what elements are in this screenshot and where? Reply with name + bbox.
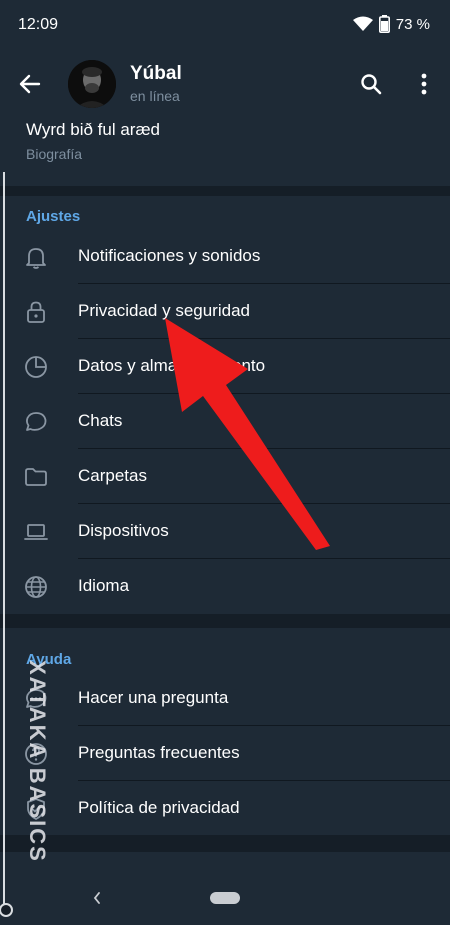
laptop-icon — [22, 518, 50, 546]
watermark-logo: XATAKA BASICS — [22, 660, 52, 890]
arrow-left-icon — [19, 74, 41, 94]
settings-item-notifications[interactable]: Notificaciones y sonidos — [0, 229, 450, 284]
battery-icon — [378, 15, 390, 33]
more-options-button[interactable] — [412, 70, 436, 98]
bio-section[interactable]: Wyrd bið ful aræd Biografía — [0, 116, 450, 186]
help-item-privacy-policy[interactable]: Política de privacidad — [0, 781, 450, 836]
chat-bubble-icon — [22, 408, 50, 436]
bell-icon — [22, 243, 50, 271]
settings-section: Ajustes Notificaciones y sonidos Privaci… — [0, 196, 450, 614]
watermark-text: XATAKA BASICS — [25, 660, 50, 863]
settings-item-data-storage[interactable]: Datos y almacenamiento — [0, 339, 450, 394]
status-icons: 73 % — [352, 15, 430, 33]
settings-item-label: Datos y almacenamiento — [78, 356, 266, 375]
nav-home-pill[interactable] — [210, 892, 240, 904]
profile-header: Yúbal en línea — [0, 52, 450, 116]
help-section: Ayuda Hacer una pregunta Preguntas frecu… — [0, 628, 450, 835]
settings-item-label: Dispositivos — [78, 521, 169, 540]
help-item-faq[interactable]: Preguntas frecuentes — [0, 726, 450, 781]
profile-status: en línea — [130, 88, 180, 104]
help-item-label: Hacer una pregunta — [78, 688, 229, 707]
bio-text: Wyrd bið ful aræd — [26, 120, 161, 139]
section-title-settings: Ajustes — [26, 208, 81, 225]
chevron-left-icon — [93, 892, 100, 904]
globe-icon — [22, 573, 50, 601]
search-icon — [361, 74, 382, 95]
settings-item-label: Carpetas — [78, 466, 147, 485]
settings-item-label: Idioma — [78, 576, 130, 595]
help-item-label: Política de privacidad — [78, 798, 240, 817]
settings-item-label: Privacidad y seguridad — [78, 301, 250, 320]
back-button[interactable] — [14, 68, 46, 100]
avatar[interactable] — [68, 60, 116, 108]
status-bar: 12:09 73 % — [0, 0, 450, 52]
folder-icon — [22, 463, 50, 491]
avatar-photo — [68, 60, 116, 108]
search-button[interactable] — [357, 70, 385, 98]
settings-item-language[interactable]: Idioma — [0, 559, 450, 614]
system-nav-bar — [0, 872, 450, 925]
bio-label: Biografía — [26, 146, 83, 162]
pie-chart-icon — [22, 353, 50, 381]
settings-item-devices[interactable]: Dispositivos — [0, 504, 450, 559]
next-section-peek — [0, 852, 450, 872]
more-vertical-icon — [421, 73, 427, 95]
settings-item-label: Notificaciones y sonidos — [78, 246, 261, 265]
nav-back-button[interactable] — [86, 886, 108, 910]
watermark-line — [3, 172, 5, 905]
settings-item-privacy[interactable]: Privacidad y seguridad — [0, 284, 450, 339]
settings-item-folders[interactable]: Carpetas — [0, 449, 450, 504]
settings-item-chats[interactable]: Chats — [0, 394, 450, 449]
help-item-ask-question[interactable]: Hacer una pregunta — [0, 671, 450, 726]
wifi-icon — [352, 16, 373, 31]
battery-percent: 73 % — [395, 15, 430, 33]
profile-name: Yúbal — [130, 63, 182, 84]
lock-icon — [22, 298, 50, 326]
status-time: 12:09 — [18, 16, 59, 33]
settings-item-label: Chats — [78, 411, 123, 430]
help-item-label: Preguntas frecuentes — [78, 743, 240, 762]
